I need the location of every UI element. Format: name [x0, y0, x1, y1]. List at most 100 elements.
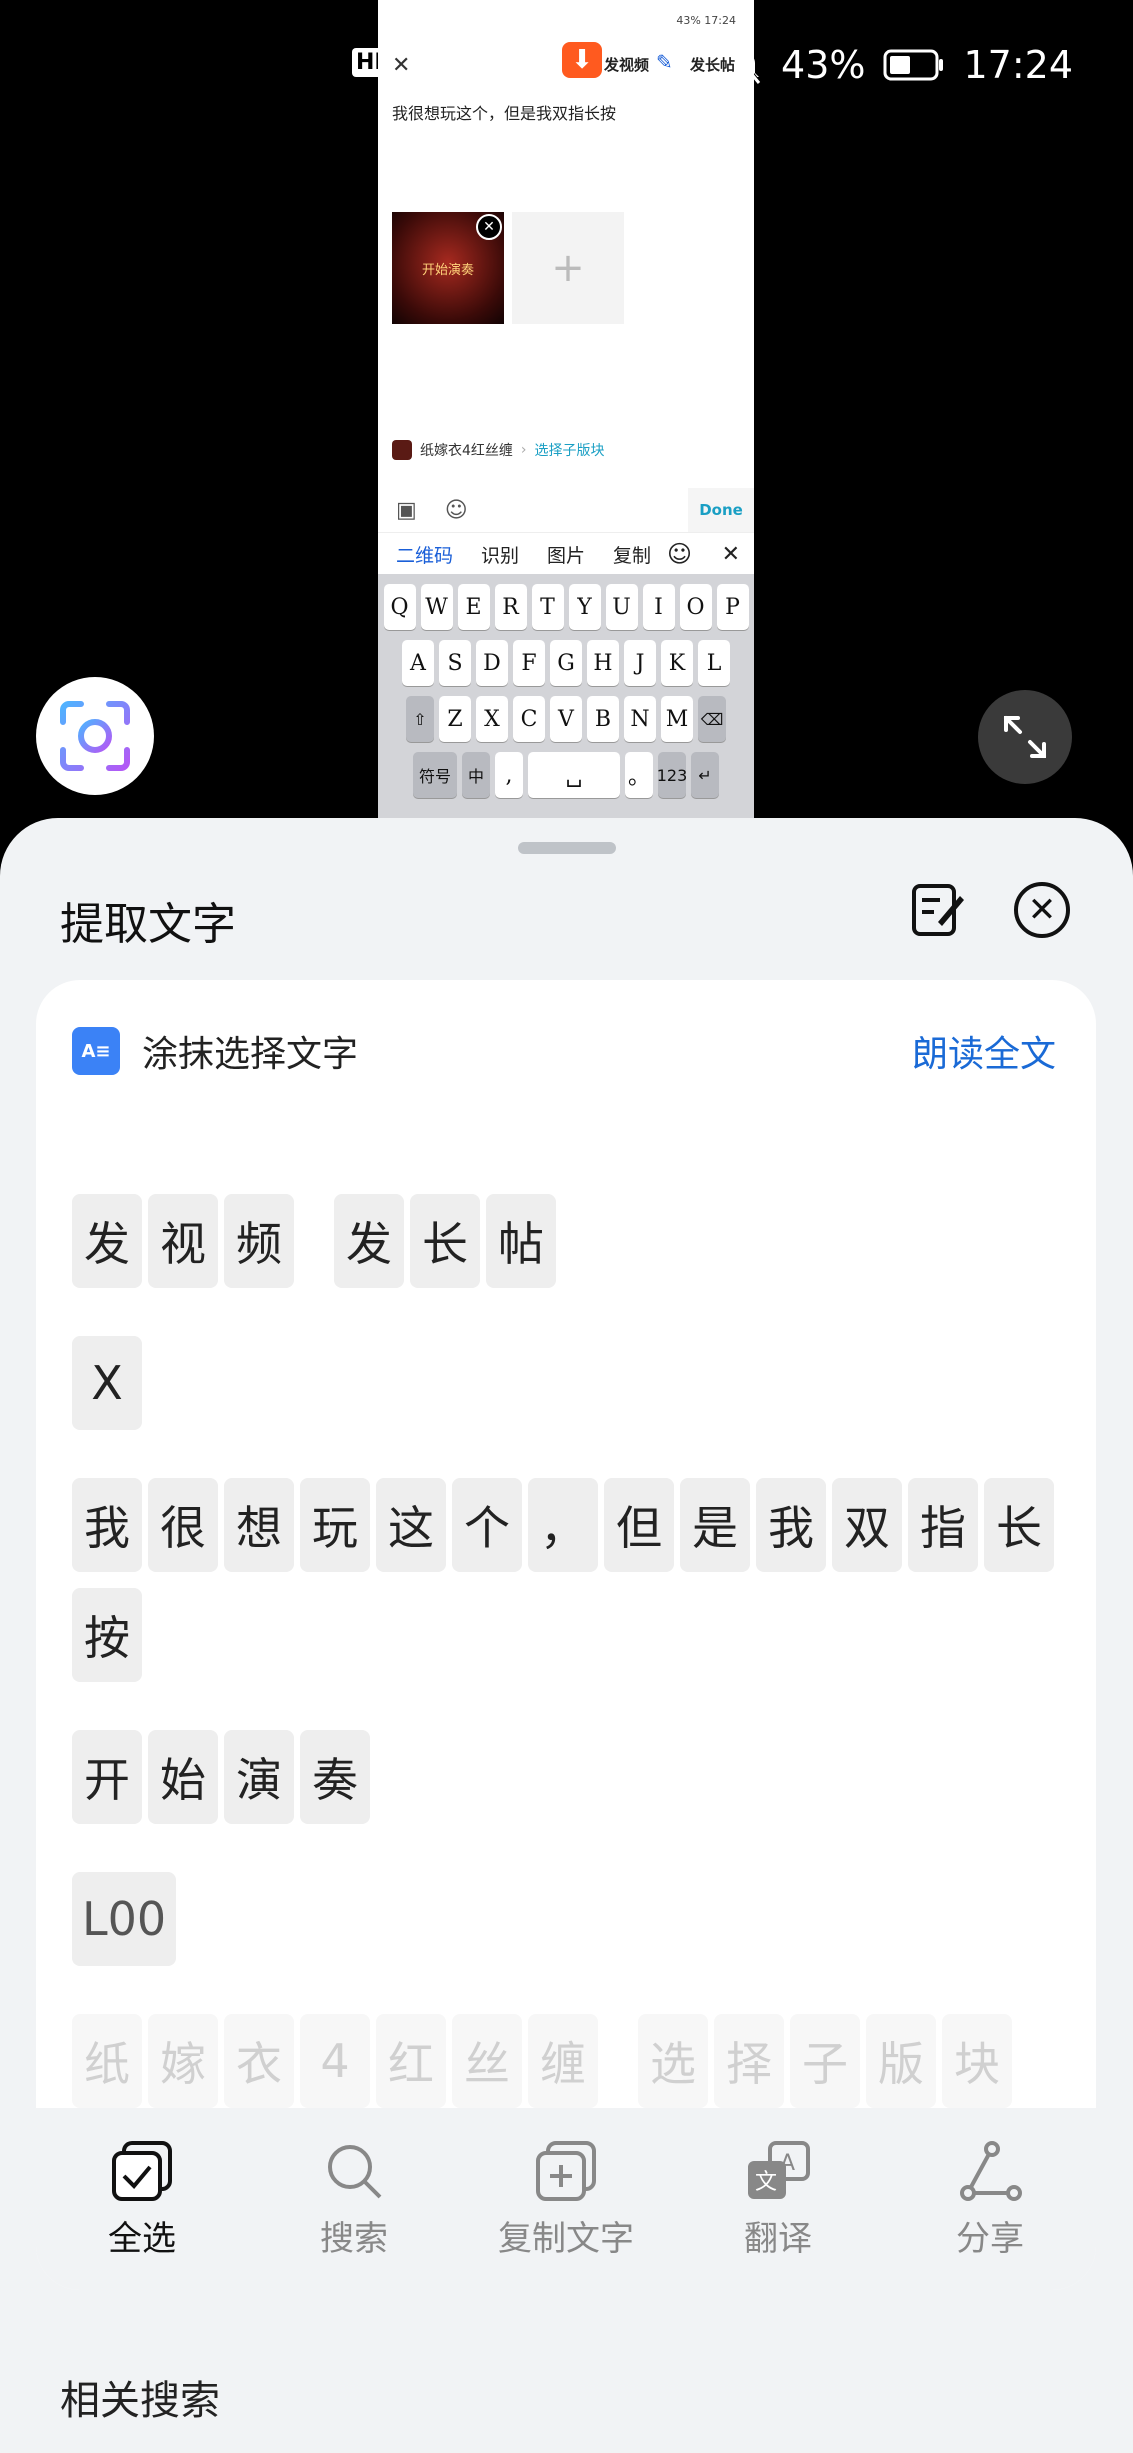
read-all-button[interactable]: 朗读全文	[912, 1025, 1056, 1077]
text-char[interactable]: 择	[714, 2014, 784, 2108]
image-thumbnail[interactable]: 开始演奏 ✕	[392, 212, 504, 324]
text-char[interactable]: 我	[756, 1478, 826, 1572]
translate-button[interactable]: A 文 翻译	[678, 2139, 878, 2260]
drag-handle[interactable]	[518, 842, 616, 854]
close-button[interactable]: ✕	[1014, 882, 1070, 938]
text-char[interactable]: 指	[908, 1478, 978, 1572]
sub-board-label[interactable]: 选择子版块	[535, 440, 605, 460]
text-char[interactable]: 开	[72, 1730, 142, 1824]
key-v[interactable]: V	[550, 696, 582, 742]
text-char[interactable]: 但	[604, 1478, 674, 1572]
text-char[interactable]: 块	[942, 2014, 1012, 2108]
number-key[interactable]: 123	[657, 752, 687, 798]
text-char[interactable]: 嫁	[148, 2014, 218, 2108]
key-u[interactable]: U	[605, 584, 638, 630]
screenshot-preview[interactable]: 43% 17:24 ✕ ⬇ 发视频 ✎ 发长帖 我很想玩这个，但是我双指长按 开…	[378, 0, 754, 820]
key-j[interactable]: J	[624, 640, 656, 686]
text-char[interactable]: 奏	[300, 1730, 370, 1824]
text-char[interactable]: 帖	[486, 1194, 556, 1288]
backspace-key[interactable]: ⌫	[698, 696, 726, 742]
text-char[interactable]: 玩	[300, 1478, 370, 1572]
text-char[interactable]: 我	[72, 1478, 142, 1572]
search-button[interactable]: 搜索	[254, 2139, 454, 2260]
text-char[interactable]: 这	[376, 1478, 446, 1572]
post-text[interactable]: 我很想玩这个，但是我双指长按	[378, 90, 754, 206]
close-icon[interactable]: ✕	[392, 53, 410, 78]
key-y[interactable]: Y	[568, 584, 601, 630]
key-l[interactable]: L	[698, 640, 730, 686]
period-key[interactable]: 。	[625, 752, 653, 798]
download-icon[interactable]: ⬇	[562, 42, 602, 78]
text-char[interactable]: 选	[638, 2014, 708, 2108]
symbols-key[interactable]: 符号	[413, 752, 457, 798]
key-w[interactable]: W	[420, 584, 453, 630]
key-a[interactable]: A	[402, 640, 434, 686]
text-char[interactable]: 4	[300, 2014, 370, 2108]
key-t[interactable]: T	[531, 584, 564, 630]
key-f[interactable]: F	[513, 640, 545, 686]
key-k[interactable]: K	[661, 640, 693, 686]
text-char[interactable]: 子	[790, 2014, 860, 2108]
done-button[interactable]: Done	[688, 488, 754, 532]
text-char[interactable]: 缠	[528, 2014, 598, 2108]
text-char[interactable]: 衣	[224, 2014, 294, 2108]
key-n[interactable]: N	[624, 696, 656, 742]
text-char[interactable]: 视	[148, 1194, 218, 1288]
text-char[interactable]: 想	[224, 1478, 294, 1572]
key-i[interactable]: I	[642, 584, 675, 630]
text-char[interactable]: 频	[224, 1194, 294, 1288]
board-selector[interactable]: 纸嫁衣4红丝缠 › 选择子版块	[392, 440, 605, 460]
key-o[interactable]: O	[679, 584, 712, 630]
suggestion-item[interactable]: 复制	[613, 541, 651, 568]
text-char[interactable]: 双	[832, 1478, 902, 1572]
emoji-icon[interactable]: ☺	[667, 540, 692, 568]
key-b[interactable]: B	[587, 696, 619, 742]
scan-button[interactable]	[36, 677, 154, 795]
suggestion-item[interactable]: 识别	[481, 541, 519, 568]
add-image-button[interactable]: +	[512, 212, 624, 324]
suggestion-item[interactable]: 二维码	[396, 541, 453, 568]
text-char[interactable]: 是	[680, 1478, 750, 1572]
select-all-button[interactable]: 全选	[42, 2139, 242, 2260]
text-char[interactable]: 演	[224, 1730, 294, 1824]
text-char[interactable]: 发	[334, 1194, 404, 1288]
key-x[interactable]: X	[476, 696, 508, 742]
copy-text-button[interactable]: 复制文字	[466, 2139, 666, 2260]
remove-image-icon[interactable]: ✕	[476, 214, 502, 240]
key-d[interactable]: D	[476, 640, 508, 686]
text-char[interactable]: 丝	[452, 2014, 522, 2108]
text-char[interactable]: 很	[148, 1478, 218, 1572]
key-e[interactable]: E	[457, 584, 490, 630]
chinese-key[interactable]: 中	[462, 752, 490, 798]
emoji-icon[interactable]: ☺	[445, 498, 468, 523]
expand-button[interactable]	[978, 690, 1072, 784]
send-long-label[interactable]: 发长帖	[690, 54, 735, 75]
share-button[interactable]: 分享	[890, 2139, 1090, 2260]
text-char[interactable]: 个	[452, 1478, 522, 1572]
text-char[interactable]: 按	[72, 1588, 142, 1682]
key-m[interactable]: M	[661, 696, 693, 742]
text-char[interactable]: 长	[984, 1478, 1054, 1572]
text-char[interactable]: 版	[866, 2014, 936, 2108]
key-h[interactable]: H	[587, 640, 619, 686]
send-video-label[interactable]: 发视频	[604, 54, 649, 75]
key-z[interactable]: Z	[439, 696, 471, 742]
text-char[interactable]: 纸	[72, 2014, 142, 2108]
edit-note-button[interactable]	[910, 880, 966, 940]
enter-key[interactable]: ↵	[691, 752, 719, 798]
text-char[interactable]: ，	[528, 1478, 598, 1572]
shift-key[interactable]: ⇧	[406, 696, 434, 742]
text-char[interactable]: 长	[410, 1194, 480, 1288]
key-q[interactable]: Q	[383, 584, 416, 630]
comma-key[interactable]: ,	[495, 752, 523, 798]
key-p[interactable]: P	[716, 584, 749, 630]
suggestion-item[interactable]: 图片	[547, 541, 585, 568]
image-icon[interactable]: ▣	[396, 498, 417, 523]
text-char[interactable]: 红	[376, 2014, 446, 2108]
smear-select-label[interactable]: 涂抹选择文字	[142, 1025, 358, 1077]
close-icon[interactable]: ✕	[722, 542, 740, 567]
text-char[interactable]: 始	[148, 1730, 218, 1824]
text-char[interactable]: L00	[72, 1872, 177, 1966]
text-char[interactable]: 发	[72, 1194, 142, 1288]
key-r[interactable]: R	[494, 584, 527, 630]
